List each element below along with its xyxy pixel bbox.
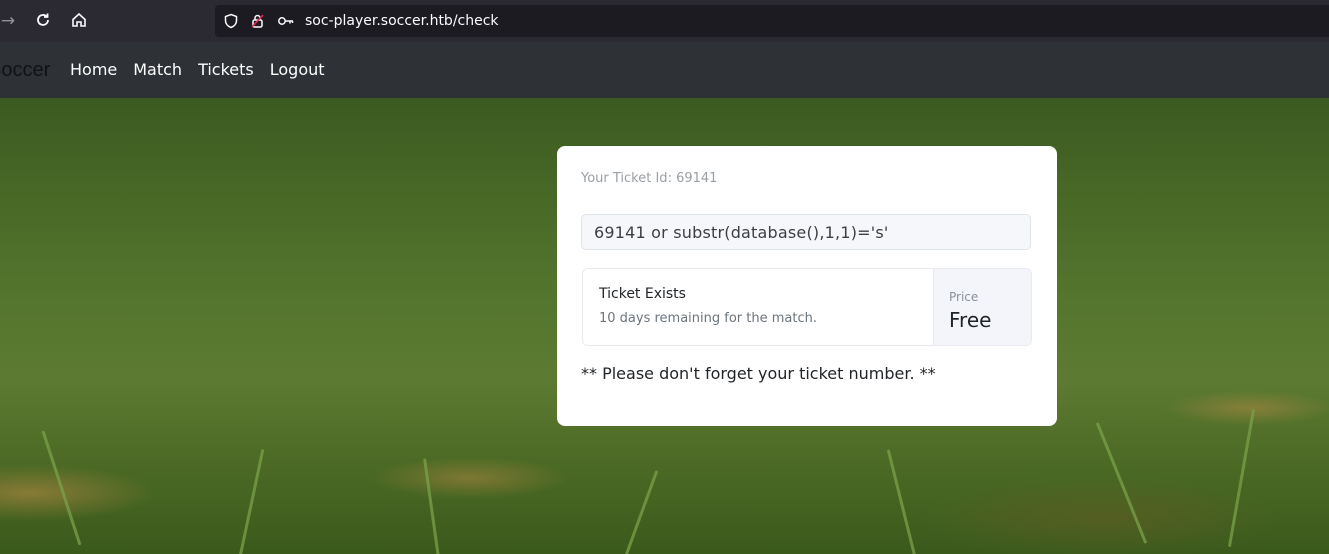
browser-toolbar: → soc-player.soccer.htb/check <box>0 0 1329 42</box>
ticket-check-card: Your Ticket Id: 69141 Ticket Exists 10 d… <box>557 146 1057 426</box>
shield-icon[interactable] <box>223 13 239 29</box>
price-value: Free <box>949 308 992 332</box>
ticket-id-label: Your Ticket Id: 69141 <box>581 171 718 186</box>
site-navbar: Soccer Home Match Tickets Logout <box>0 42 1329 98</box>
nav-match-link[interactable]: Match <box>133 42 182 98</box>
url-bar[interactable]: soc-player.soccer.htb/check <box>215 5 1329 37</box>
nav-home-link[interactable]: Home <box>70 42 117 98</box>
ticket-reminder-text: ** Please don't forget your ticket numbe… <box>581 364 936 383</box>
grass-blade <box>423 458 440 554</box>
url-text[interactable]: soc-player.soccer.htb/check <box>305 5 499 37</box>
ticket-id-input[interactable] <box>581 214 1031 250</box>
price-label: Price <box>949 290 979 304</box>
forward-arrow-icon[interactable]: → <box>0 11 18 31</box>
grass-blade <box>886 449 917 554</box>
price-box: Price Free <box>933 269 1031 345</box>
grass-blade <box>1095 422 1148 544</box>
ticket-result-box: Ticket Exists 10 days remaining for the … <box>582 268 1032 346</box>
key-icon[interactable] <box>277 13 295 29</box>
nav-logout-link[interactable]: Logout <box>270 42 325 98</box>
grass-blade <box>41 430 82 546</box>
grass-blade <box>238 448 265 554</box>
ticket-status-title: Ticket Exists <box>599 286 686 302</box>
nav-links: Home Match Tickets Logout <box>70 42 341 98</box>
grass-blade <box>1227 408 1256 548</box>
insecure-lock-icon[interactable] <box>250 13 266 29</box>
site-brand[interactable]: Soccer <box>0 42 50 98</box>
reload-icon[interactable] <box>33 11 53 31</box>
home-icon[interactable] <box>69 11 89 31</box>
grass-blade <box>624 470 659 554</box>
nav-tickets-link[interactable]: Tickets <box>198 42 254 98</box>
ticket-status-subtitle: 10 days remaining for the match. <box>599 311 817 326</box>
